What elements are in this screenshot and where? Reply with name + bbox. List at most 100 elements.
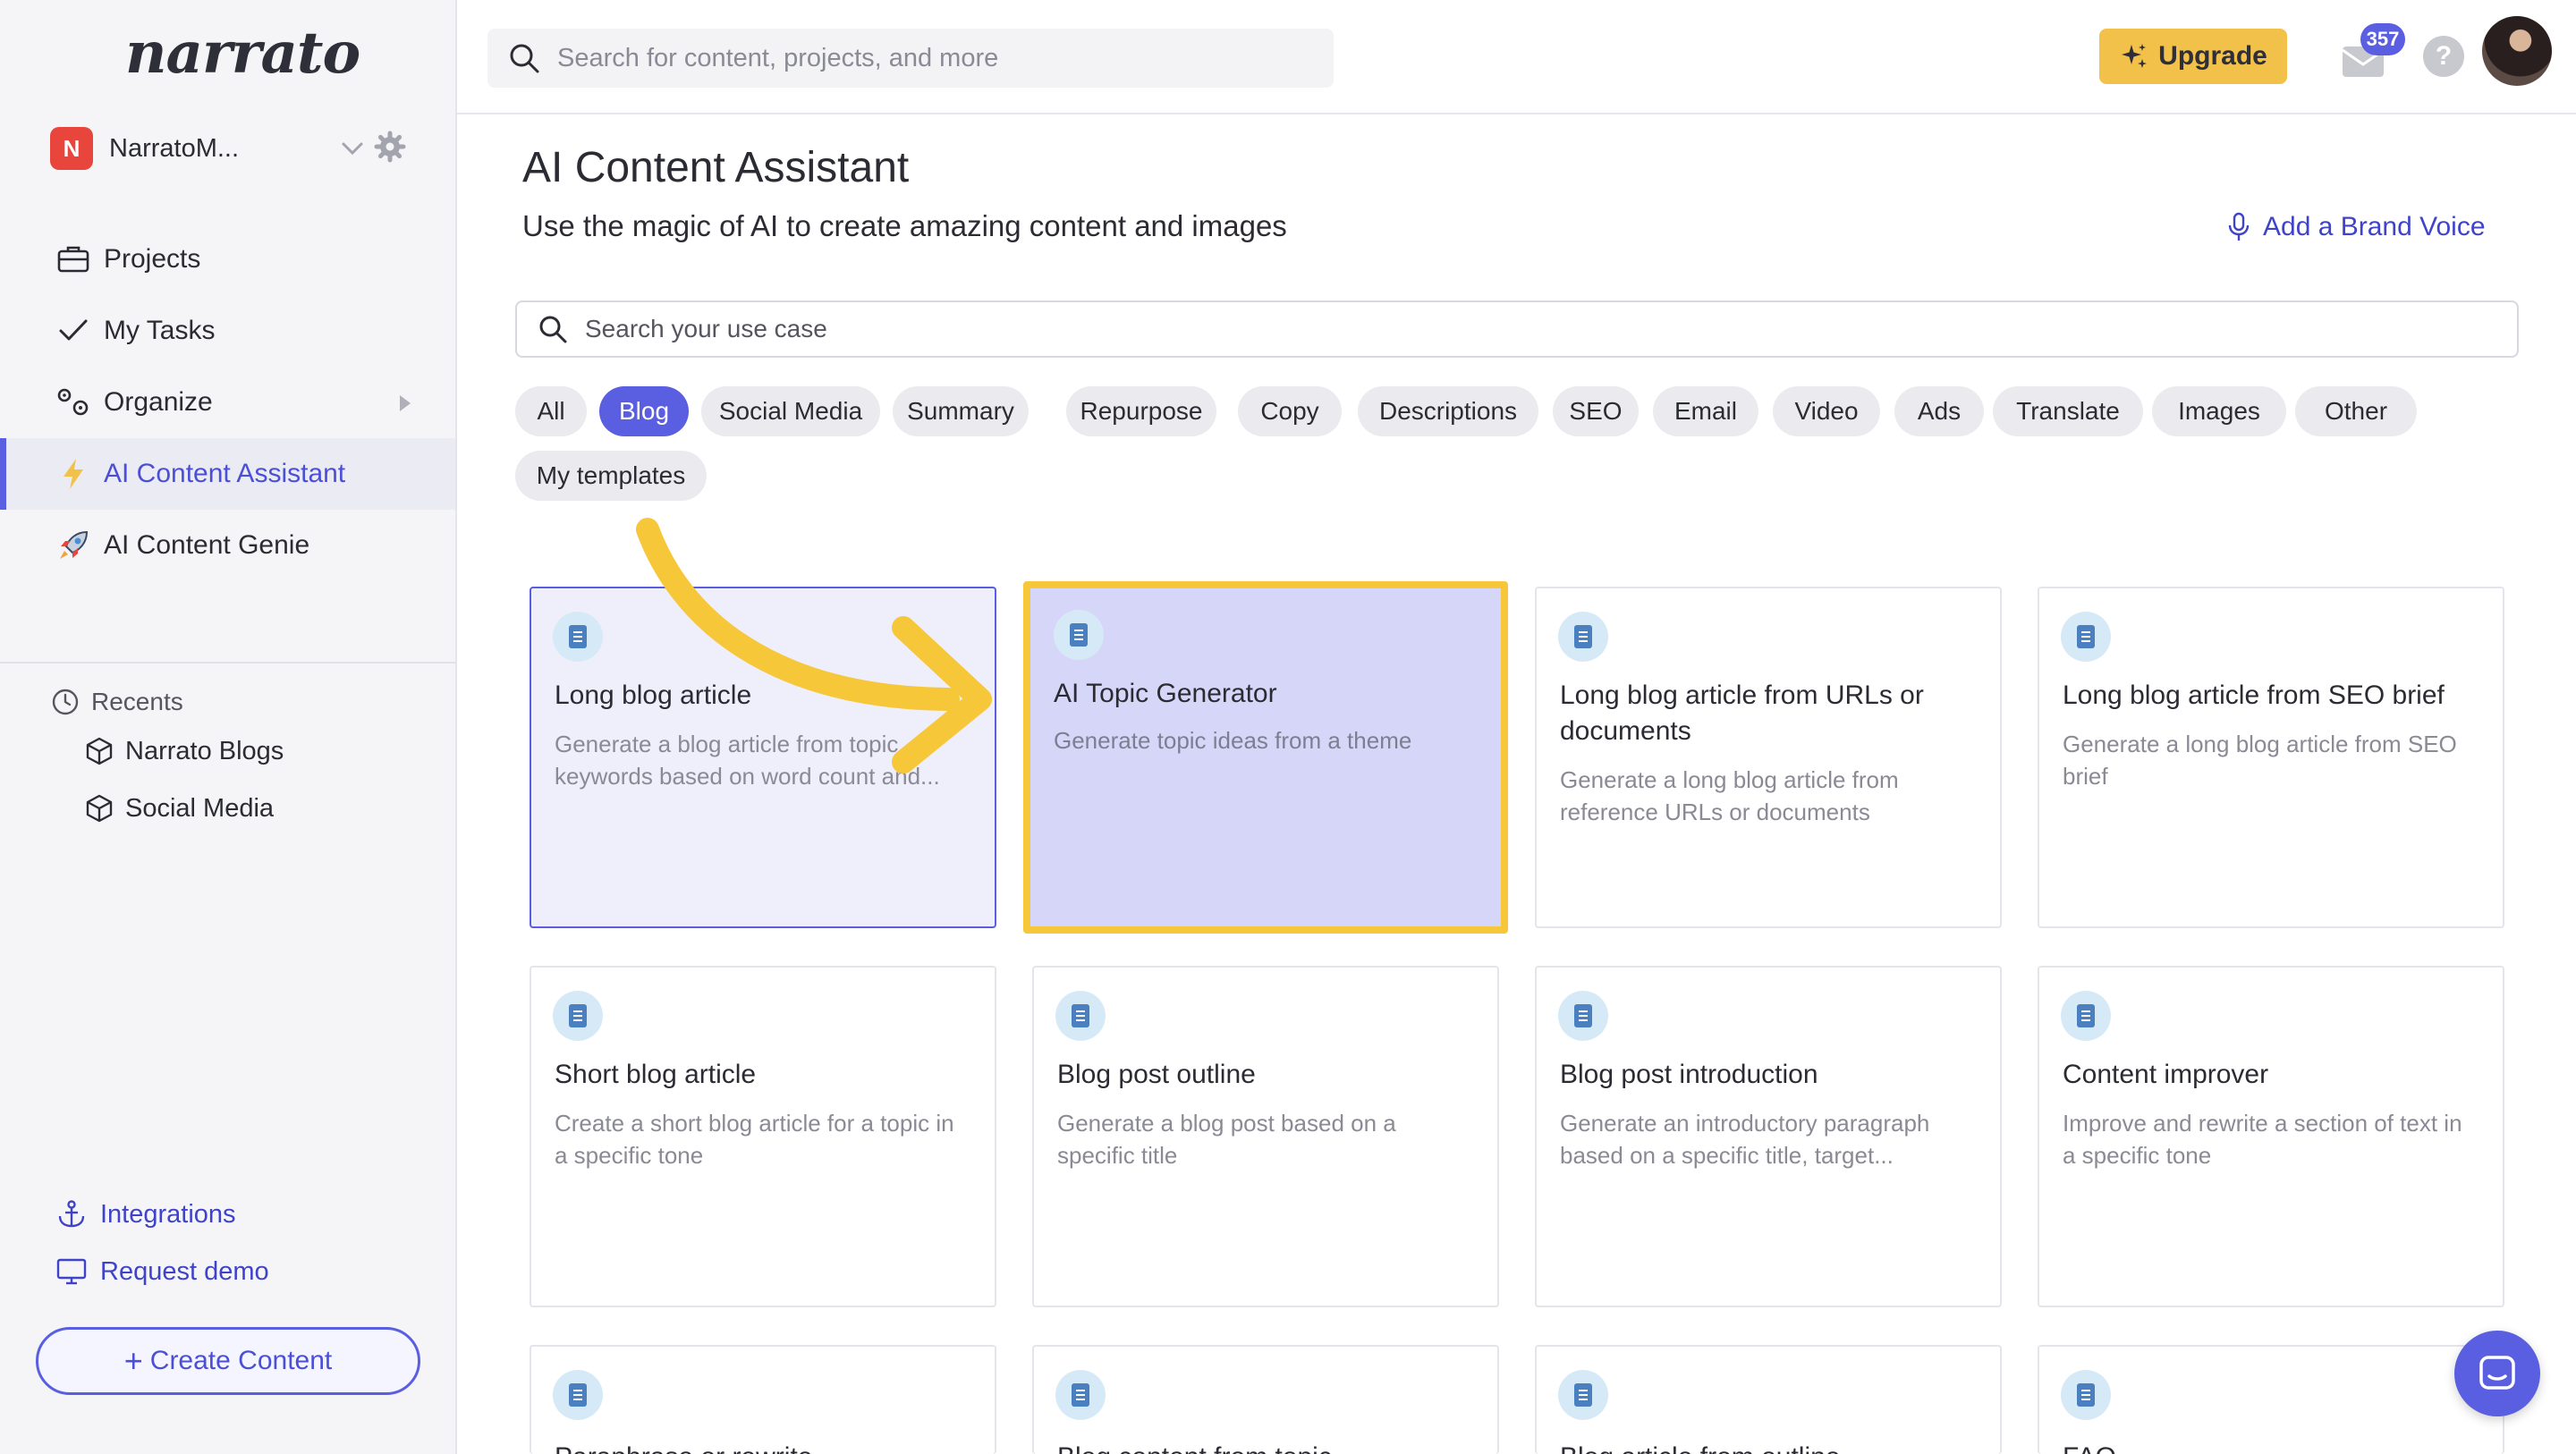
sidebar-item-organize[interactable]: Organize [0, 367, 455, 438]
sidebar-item-label: My Tasks [104, 316, 216, 345]
rocket-icon [55, 528, 91, 563]
organize-icon [55, 385, 91, 420]
chip-ads[interactable]: Ads [1894, 386, 1984, 436]
search-icon [539, 316, 567, 343]
document-icon [2061, 1370, 2111, 1420]
chip-copy[interactable]: Copy [1238, 386, 1342, 436]
cube-icon [86, 737, 113, 765]
narrato-logo[interactable]: narrato [125, 20, 360, 87]
sidebar-item-label: AI Content Assistant [104, 459, 346, 488]
briefcase-icon [55, 241, 91, 277]
card-title: Blog article from outline [1560, 1440, 1977, 1454]
chip-blog[interactable]: Blog [599, 386, 689, 436]
create-content-button[interactable]: + Create Content [36, 1327, 420, 1395]
microphone-icon [2228, 212, 2250, 241]
card-description: Generate a blog article from topic, keyw… [555, 731, 940, 790]
recent-item-narrato-blogs[interactable]: Narrato Blogs [50, 723, 284, 780]
card-title: Long blog article from SEO brief [2063, 681, 2445, 710]
document-icon [2061, 612, 2111, 662]
chip-images[interactable]: Images [2152, 386, 2286, 436]
card-title: Blog post introduction [1560, 1060, 1818, 1089]
plus-icon: + [123, 1342, 143, 1379]
chip-other[interactable]: Other [2295, 386, 2417, 436]
sidebar-divider [0, 662, 455, 664]
sidebar-item-label: Projects [104, 244, 201, 274]
clock-icon [52, 689, 79, 715]
sidebar-item-ai-content-genie[interactable]: AI Content Genie [0, 510, 455, 581]
template-card-short-blog-article[interactable]: Short blog article Create a short blog a… [530, 966, 996, 1307]
chip-video[interactable]: Video [1773, 386, 1880, 436]
request-demo-link[interactable]: Request demo [55, 1255, 269, 1288]
chevron-down-icon[interactable] [335, 131, 370, 166]
template-card-ai-topic-generator[interactable]: AI Topic Generator Generate topic ideas … [1023, 581, 1508, 934]
template-card-faq[interactable]: FAQ [2038, 1345, 2504, 1454]
sidebar-item-ai-content-assistant[interactable]: AI Content Assistant [0, 438, 455, 510]
chip-summary[interactable]: Summary [893, 386, 1029, 436]
global-search-input[interactable] [557, 43, 1291, 73]
integrations-link[interactable]: Integrations [55, 1198, 236, 1230]
upgrade-button[interactable]: Upgrade [2099, 29, 2287, 84]
recents-title: Recents [50, 681, 284, 723]
document-icon [553, 1370, 603, 1420]
document-icon [1558, 612, 1608, 662]
sidebar-item-my-tasks[interactable]: My Tasks [0, 295, 455, 367]
template-card-content-improver[interactable]: Content improver Improve and rewrite a s… [2038, 966, 2504, 1307]
sidebar-item-label: AI Content Genie [104, 530, 310, 560]
global-search[interactable] [487, 29, 1334, 88]
document-icon [553, 991, 603, 1041]
add-brand-voice-link[interactable]: Add a Brand Voice [2225, 211, 2486, 243]
card-title: Content improver [2063, 1060, 2269, 1089]
help-icon[interactable]: ? [2423, 36, 2464, 77]
card-description: Generate topic ideas from a theme [1054, 727, 1412, 754]
document-icon [1055, 1370, 1106, 1420]
card-title: AI Topic Generator [1054, 679, 1277, 708]
gear-icon[interactable] [372, 129, 408, 165]
chip-translate[interactable]: Translate [1993, 386, 2143, 436]
template-card-blog-content-from-topic[interactable]: Blog content from topic [1032, 1345, 1499, 1454]
card-title: Long blog article from URLs or documents [1560, 681, 1924, 746]
card-title: FAQ [2063, 1440, 2479, 1454]
chip-descriptions[interactable]: Descriptions [1358, 386, 1538, 436]
chip-social-media[interactable]: Social Media [701, 386, 880, 436]
anchor-icon [58, 1200, 85, 1228]
lightning-icon [55, 456, 91, 492]
search-icon [510, 44, 539, 73]
recent-item-social-media[interactable]: Social Media [50, 780, 284, 837]
document-icon [1558, 991, 1608, 1041]
expand-arrow-icon[interactable] [400, 395, 411, 411]
monitor-icon [56, 1258, 87, 1285]
chat-launcher-button[interactable] [2454, 1331, 2540, 1416]
chip-email[interactable]: Email [1653, 386, 1758, 436]
template-card-long-blog-article[interactable]: Long blog article Generate a blog articl… [530, 587, 996, 928]
chat-icon [2479, 1356, 2515, 1390]
usecase-search-input[interactable] [585, 315, 2284, 343]
sidebar-item-projects[interactable]: Projects [0, 224, 455, 295]
document-icon [1558, 1370, 1608, 1420]
workspace-name: NarratoM... [109, 133, 240, 163]
card-description: Improve and rewrite a section of text in… [2063, 1110, 2462, 1169]
template-card-long-blog-urls[interactable]: Long blog article from URLs or documents… [1535, 587, 2002, 928]
checkmark-icon [55, 313, 91, 349]
chip-repurpose[interactable]: Repurpose [1066, 386, 1216, 436]
sparkle-icon [2122, 44, 2148, 68]
chip-all[interactable]: All [515, 386, 587, 436]
recent-item-label: Narrato Blogs [125, 736, 284, 765]
template-card-long-blog-seo-brief[interactable]: Long blog article from SEO brief Generat… [2038, 587, 2504, 928]
template-card-blog-post-introduction[interactable]: Blog post introduction Generate an intro… [1535, 966, 2002, 1307]
workspace-switcher[interactable]: N NarratoM... [50, 125, 408, 172]
card-title: Short blog article [555, 1060, 757, 1089]
template-card-blog-article-from-outline[interactable]: Blog article from outline [1535, 1345, 2002, 1454]
card-description: Generate a long blog article from refere… [1560, 766, 1899, 825]
card-description: Generate a long blog article from SEO br… [2063, 731, 2457, 790]
workspace-badge: N [50, 127, 93, 170]
avatar[interactable] [2482, 16, 2552, 86]
card-title: Paraphrase or rewrite [555, 1440, 971, 1454]
template-card-paraphrase[interactable]: Paraphrase or rewrite [530, 1345, 996, 1454]
template-card-blog-post-outline[interactable]: Blog post outline Generate a blog post b… [1032, 966, 1499, 1307]
card-title: Long blog article [555, 681, 752, 710]
notification-count-badge: 357 [2360, 23, 2405, 55]
sidebar-nav: Projects My Tasks Organize AI Content As… [0, 224, 455, 581]
chip-seo[interactable]: SEO [1553, 386, 1639, 436]
usecase-search[interactable] [515, 300, 2519, 358]
chip-my-templates[interactable]: My templates [515, 451, 707, 501]
